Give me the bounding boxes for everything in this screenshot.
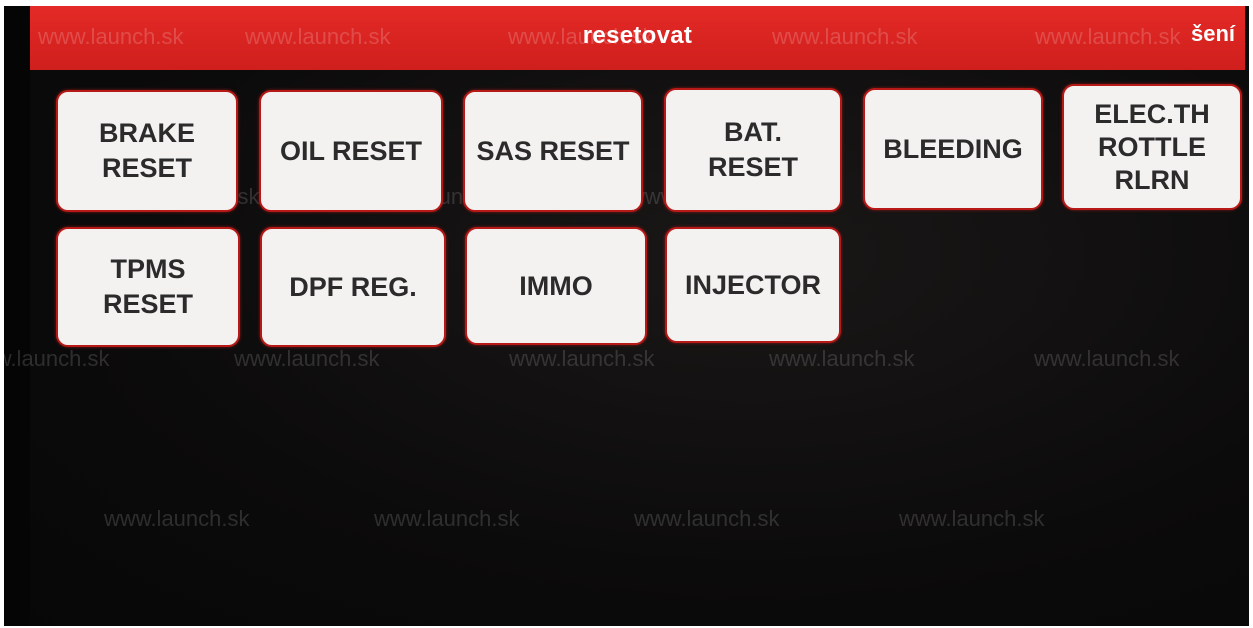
watermark: www.launch.sk: [509, 346, 655, 371]
watermark: www.launch.sk: [1034, 346, 1180, 371]
watermark: www.launch.sk: [634, 506, 780, 531]
header-right-button[interactable]: šení: [1191, 21, 1235, 47]
immo-button[interactable]: IMMO: [465, 227, 647, 345]
watermark: www.launch.sk: [374, 506, 520, 531]
device-screen: www.launch.sk www.launch.sk www.launch.s…: [4, 6, 1249, 626]
bleeding-button[interactable]: BLEEDING: [863, 88, 1043, 210]
screen-bezel: [4, 6, 30, 626]
dpf-regeneration-button[interactable]: DPF REG.: [260, 227, 446, 347]
watermark: www.launch.sk: [899, 506, 1045, 531]
watermark: www.launch.sk: [104, 506, 250, 531]
electronic-throttle-relearn-button[interactable]: ELEC.TH ROTTLE RLRN: [1062, 84, 1242, 210]
sas-reset-button[interactable]: SAS RESET: [463, 90, 643, 212]
brake-reset-button[interactable]: BRAKE RESET: [56, 90, 238, 212]
page-title: resetovat: [582, 22, 693, 49]
bat-reset-button[interactable]: BAT. RESET: [664, 88, 842, 212]
watermark: www.launch.sk: [234, 346, 380, 371]
watermark: www.launch.sk: [769, 346, 915, 371]
title-bar: www.launch.sk www.launch.sk www.launch.s…: [30, 6, 1245, 70]
oil-reset-button[interactable]: OIL RESET: [259, 90, 443, 212]
tpms-reset-button[interactable]: TPMS RESET: [56, 227, 240, 347]
injector-button[interactable]: INJECTOR: [665, 227, 841, 343]
